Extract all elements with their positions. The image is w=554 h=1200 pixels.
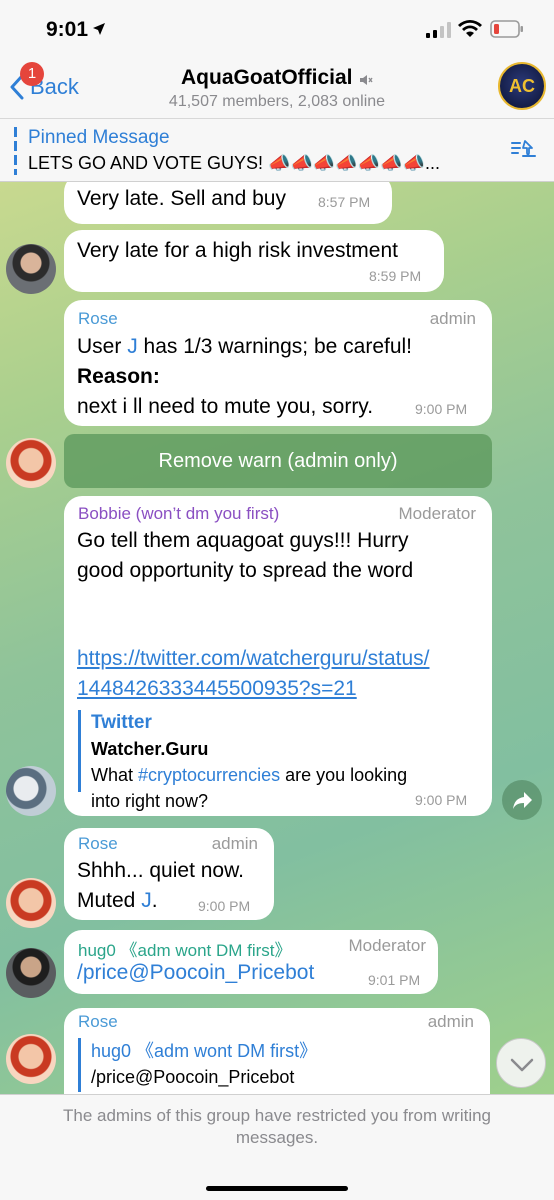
- rose-avatar[interactable]: [6, 878, 56, 928]
- mention-link[interactable]: J: [127, 335, 138, 358]
- pin-list-icon[interactable]: [508, 137, 538, 161]
- message-line: Shhh... quiet now.: [77, 859, 244, 882]
- mention-link[interactable]: J: [141, 889, 152, 912]
- message-line: User J has 1/3 warnings; be careful!: [77, 332, 412, 362]
- text-fragment: has 1/3 warnings; be careful!: [137, 335, 413, 358]
- wifi-icon: [458, 20, 482, 37]
- reply-name: hug0 《adm wont DM first》: [91, 1041, 318, 1061]
- sender-name: Rose: [78, 834, 118, 853]
- message-line: Go tell them aquagoat guys!!! Hurry: [77, 529, 409, 552]
- sender-name: Bobbie (won’t dm you first): [78, 504, 280, 523]
- pinned-text: LETS GO AND VOTE GUYS! 📣📣📣📣📣📣📣...: [28, 153, 440, 173]
- message-bubble[interactable]: Rose admin Shhh... quiet now. Muted J. 9…: [64, 828, 274, 920]
- restriction-notice: The admins of this group have restricted…: [62, 1106, 492, 1147]
- message-bubble[interactable]: Bobbie (won’t dm you first) Moderator Go…: [64, 496, 492, 816]
- tweet-link-cont[interactable]: 1448426333445500935?s=21: [77, 674, 357, 704]
- chat-title-block[interactable]: AquaGoatOfficial 41,507 members, 2,083 o…: [0, 66, 554, 111]
- scroll-down-button[interactable]: [496, 1038, 546, 1088]
- text-fragment: What: [91, 765, 139, 785]
- message-bubble[interactable]: Rose admin User J has 1/3 warnings; be c…: [64, 300, 492, 426]
- chat-title: AquaGoatOfficial: [181, 66, 353, 89]
- user-avatar[interactable]: [6, 766, 56, 816]
- message-text: Very late for a high risk investment: [77, 239, 398, 262]
- preview-site: Twitter: [91, 712, 152, 733]
- sender-role: Moderator: [348, 936, 426, 955]
- chevron-down-icon: [510, 1058, 534, 1072]
- chat-area[interactable]: Very late. Sell and buy 8:57 PM Very lat…: [0, 182, 554, 1094]
- message-line: Muted J.: [77, 886, 158, 916]
- preview-desc-line2: into right now?: [91, 791, 209, 811]
- message-bubble[interactable]: hug0 《adm wont DM first》 Moderator /pric…: [64, 930, 438, 994]
- sender-name: Rose: [78, 1012, 118, 1031]
- reason-label: Reason:: [77, 365, 160, 388]
- preview-title: Watcher.Guru: [91, 739, 209, 759]
- message-time: 9:00 PM: [415, 792, 468, 808]
- hashtag-link[interactable]: #cryptocurrencies: [138, 765, 280, 785]
- bot-command-link[interactable]: /price@Poocoin_Pricebot: [77, 958, 314, 988]
- message-time: 9:00 PM: [198, 898, 251, 914]
- pinned-title: Pinned Message: [28, 127, 170, 148]
- location-arrow-icon: [93, 23, 105, 35]
- sender-role: admin: [429, 309, 476, 328]
- forward-arrow-icon: [513, 792, 532, 809]
- chat-member-count: 41,507 members, 2,083 online: [168, 93, 386, 110]
- message-line: next i ll need to mute you, sorry.: [77, 395, 374, 418]
- pinned-message-bar[interactable]: Pinned Message LETS GO AND VOTE GUYS! 📣📣…: [0, 118, 554, 182]
- message-time: 8:57 PM: [318, 194, 371, 210]
- chat-header: Back 1 AquaGoatOfficial 41,507 members, …: [0, 58, 554, 118]
- user-avatar[interactable]: [6, 948, 56, 998]
- text-fragment: .: [151, 889, 158, 912]
- remove-warn-button[interactable]: Remove warn (admin only): [64, 434, 492, 488]
- message-bubble[interactable]: Rose admin hug0 《adm wont DM first》 /pri…: [64, 1008, 490, 1094]
- battery-low-icon: [490, 20, 523, 38]
- status-time: 9:01: [46, 18, 89, 41]
- sender-name: Rose: [78, 309, 118, 328]
- reply-text: /price@Poocoin_Pricebot: [91, 1067, 295, 1087]
- user-avatar[interactable]: [6, 244, 56, 294]
- message-text: Very late. Sell and buy: [77, 187, 286, 210]
- message-bubble[interactable]: Very late for a high risk investment 8:5…: [64, 230, 444, 292]
- pinned-indicator: [14, 127, 17, 175]
- reply-quote[interactable]: hug0 《adm wont DM first》 /price@Poocoin_…: [78, 1038, 317, 1092]
- status-bar: 9:01: [0, 0, 554, 58]
- group-avatar[interactable]: AC: [498, 62, 546, 110]
- share-button[interactable]: [502, 780, 542, 820]
- sender-role: admin: [427, 1012, 474, 1031]
- message-time: 8:59 PM: [369, 268, 422, 284]
- text-fragment: are you looking: [280, 765, 408, 785]
- restricted-footer: The admins of this group have restricted…: [0, 1094, 554, 1200]
- sender-role: admin: [211, 834, 258, 853]
- message-time: 9:01 PM: [368, 972, 421, 988]
- link-preview[interactable]: Twitter Watcher.Guru What #cryptocurrenc…: [78, 710, 407, 811]
- tweet-link[interactable]: https://twitter.com/watcherguru/status/: [77, 644, 429, 674]
- message-bubble[interactable]: Very late. Sell and buy 8:57 PM: [64, 182, 392, 224]
- text-fragment: Muted: [77, 889, 142, 912]
- muted-speaker-icon: [359, 74, 373, 85]
- message-time: 9:00 PM: [415, 401, 468, 417]
- rose-avatar[interactable]: [6, 438, 56, 488]
- cellular-signal-icon: [426, 22, 451, 38]
- text-fragment: User: [77, 335, 128, 358]
- group-avatar-text: AC: [509, 76, 535, 96]
- home-indicator[interactable]: [206, 1186, 348, 1191]
- preview-desc: What #cryptocurrencies are you looking: [91, 762, 407, 788]
- rose-avatar[interactable]: [6, 1034, 56, 1084]
- message-line: good opportunity to spread the word: [77, 559, 414, 582]
- sender-role: Moderator: [398, 504, 476, 523]
